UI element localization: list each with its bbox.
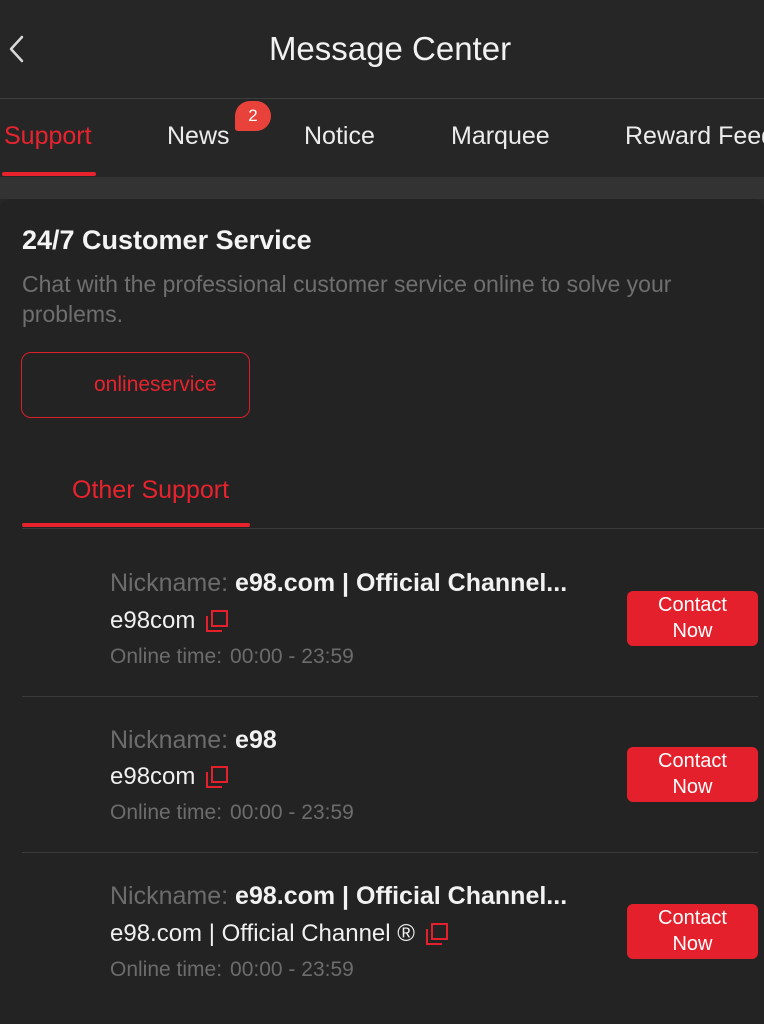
nickname-label: Nickname: [110, 882, 229, 910]
tab-support[interactable]: Support [4, 122, 92, 151]
contact-now-button[interactable]: Contact Now [627, 591, 758, 646]
tab-reward-feed[interactable]: Reward Feed [625, 122, 764, 151]
contact-button-line2: Now [672, 776, 713, 798]
page-title: Message Center [268, 30, 512, 67]
other-support-divider [22, 528, 764, 529]
nickname-label: Nickname: [110, 726, 229, 754]
copy-icon[interactable] [205, 609, 229, 633]
row-divider [22, 696, 758, 697]
news-unread-badge: 2 [235, 101, 271, 131]
nickname-value: e98 [235, 726, 277, 754]
tab-marquee[interactable]: Marquee [451, 122, 550, 151]
tab-bar: Support News Notice Marquee Reward Feed [0, 99, 764, 177]
nickname-label: Nickname: [110, 569, 229, 597]
tab-notice[interactable]: Notice [304, 122, 375, 151]
online-time-value: 00:00 - 23:59 [230, 801, 354, 824]
online-time: Online time: 00:00 - 23:59 [110, 645, 354, 669]
support-account: e98com [110, 607, 229, 635]
support-nickname: Nickname: e98.com | Official Channel... [110, 569, 567, 598]
customer-service-title: 24/7 Customer Service [22, 225, 312, 255]
online-time-label: Online time: [110, 801, 223, 824]
contact-button-line2: Now [672, 620, 713, 642]
app-header: Message Center [0, 0, 764, 98]
support-nickname: Nickname: e98.com | Official Channel... [110, 882, 567, 911]
contact-now-button[interactable]: Contact Now [627, 904, 758, 959]
online-service-button[interactable]: onlineservice [21, 352, 250, 418]
contact-now-button[interactable]: Contact Now [627, 747, 758, 802]
customer-service-description: Chat with the professional customer serv… [22, 271, 672, 327]
account-value: e98com [110, 607, 196, 634]
support-account: e98.com | Official Channel ® [110, 920, 449, 948]
online-time-label: Online time: [110, 645, 223, 668]
support-nickname: Nickname: e98 [110, 726, 277, 755]
online-time-value: 00:00 - 23:59 [230, 645, 354, 668]
online-time-value: 00:00 - 23:59 [230, 958, 354, 981]
copy-icon[interactable] [425, 922, 449, 946]
account-value: e98.com | Official Channel ® [110, 920, 415, 947]
section-gap [0, 177, 764, 199]
active-tab-indicator [2, 172, 96, 176]
online-time-label: Online time: [110, 958, 223, 981]
tab-news[interactable]: News [167, 122, 230, 151]
nickname-value: e98.com | Official Channel... [235, 569, 568, 597]
contact-button-line1: Contact [658, 750, 727, 772]
nickname-value: e98.com | Official Channel... [235, 882, 568, 910]
contact-button-line1: Contact [658, 907, 727, 929]
online-service-label: onlineservice [94, 373, 217, 396]
online-time: Online time: 00:00 - 23:59 [110, 958, 354, 982]
support-account: e98com [110, 763, 229, 791]
contact-button-line1: Contact [658, 594, 727, 616]
tab-other-support[interactable]: Other Support [72, 476, 229, 505]
contact-button-line2: Now [672, 933, 713, 955]
row-divider [22, 852, 758, 853]
other-support-indicator [22, 523, 250, 527]
copy-icon[interactable] [205, 765, 229, 789]
account-value: e98com [110, 763, 196, 790]
online-time: Online time: 00:00 - 23:59 [110, 801, 354, 825]
